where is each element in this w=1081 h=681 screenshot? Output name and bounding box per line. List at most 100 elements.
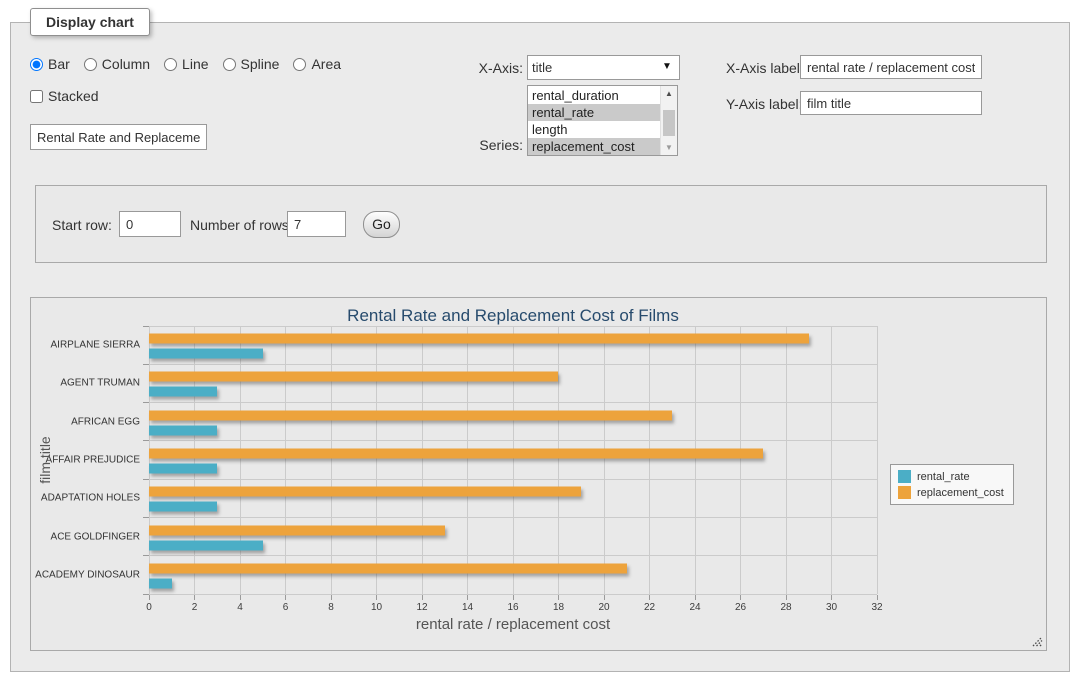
legend-label: rental_rate <box>917 471 970 483</box>
x-axis-label-field-label: X-Axis label: <box>726 60 804 76</box>
chart-band-academy-dinosaur: ACADEMY DINOSAUR <box>149 556 877 594</box>
legend-item-replacement_cost[interactable]: replacement_cost <box>898 486 1004 499</box>
x-axis-tick-label: 12 <box>416 602 427 613</box>
scroll-down-icon[interactable]: ▼ <box>661 140 677 155</box>
chart-type-option-bar[interactable]: Bar <box>30 56 70 72</box>
bar-replacement_cost[interactable] <box>149 410 672 420</box>
bar-group <box>149 410 877 435</box>
go-button[interactable]: Go <box>363 211 400 238</box>
chart-band-adaptation-holes: ADAPTATION HOLES <box>149 479 877 517</box>
chart-type-radio-text: Spline <box>241 56 280 72</box>
series-option-rental_rate[interactable]: rental_rate <box>528 104 660 121</box>
bar-rental_rate[interactable] <box>149 502 217 512</box>
chart-title-input[interactable] <box>30 124 207 150</box>
series-option-replacement_cost[interactable]: replacement_cost <box>528 138 660 155</box>
x-axis-tickmark <box>513 595 514 600</box>
bar-group <box>149 334 877 359</box>
bar-replacement_cost[interactable] <box>149 448 763 458</box>
chart-band-airplane-sierra: AIRPLANE SIERRA <box>149 326 877 364</box>
number-of-rows-label: Number of rows: <box>190 217 293 233</box>
y-axis-label-field-label: Y-Axis label: <box>726 96 803 112</box>
scroll-up-icon[interactable]: ▲ <box>661 86 677 101</box>
stacked-checkbox[interactable] <box>30 90 43 103</box>
x-axis-tick-label: 20 <box>598 602 609 613</box>
resize-grip-icon[interactable] <box>1032 636 1043 647</box>
chart-type-radio-text: Column <box>102 56 150 72</box>
bar-rental_rate[interactable] <box>149 578 172 588</box>
x-axis-tickmark <box>649 595 650 600</box>
category-label: AGENT TRUMAN <box>60 378 140 389</box>
scrollbar-thumb[interactable] <box>663 110 675 136</box>
series-listbox-label: Series: <box>430 137 523 153</box>
series-options: rental_durationrental_ratelengthreplacem… <box>528 87 660 155</box>
display-chart-tab[interactable]: Display chart <box>30 8 150 36</box>
chart-type-radio-text: Area <box>311 56 341 72</box>
x-axis-tickmark <box>740 595 741 600</box>
bar-rental_rate[interactable] <box>149 349 263 359</box>
series-option-rental_duration[interactable]: rental_duration <box>528 87 660 104</box>
category-label: AFRICAN EGG <box>71 416 140 427</box>
x-axis-tick-label: 2 <box>192 602 198 613</box>
x-axis-tickmark <box>831 595 832 600</box>
x-axis-tickmark <box>877 595 878 600</box>
row-range-box <box>35 185 1047 263</box>
bar-replacement_cost[interactable] <box>149 525 445 535</box>
x-axis-tickmark <box>604 595 605 600</box>
x-axis-tick-label: 24 <box>689 602 700 613</box>
bar-group <box>149 525 877 550</box>
chart-type-radio-text: Bar <box>48 56 70 72</box>
start-row-input[interactable] <box>119 211 181 237</box>
bar-group <box>149 563 877 588</box>
legend-item-rental_rate[interactable]: rental_rate <box>898 470 1004 483</box>
legend-swatch-icon <box>898 486 911 499</box>
bar-replacement_cost[interactable] <box>149 487 581 497</box>
x-axis-tick-label: 28 <box>780 602 791 613</box>
chart-type-option-column[interactable]: Column <box>84 56 150 72</box>
x-axis-tick-label: 14 <box>462 602 473 613</box>
category-label: ADAPTATION HOLES <box>41 493 140 504</box>
chart-band-agent-truman: AGENT TRUMAN <box>149 364 877 402</box>
bar-replacement_cost[interactable] <box>149 372 558 382</box>
x-axis-tickmark <box>240 595 241 600</box>
x-axis-tickmark <box>558 595 559 600</box>
chart-type-option-area[interactable]: Area <box>293 56 341 72</box>
chart-type-option-spline[interactable]: Spline <box>223 56 280 72</box>
bar-rental_rate[interactable] <box>149 540 263 550</box>
chart-type-radio-column[interactable] <box>84 58 97 71</box>
chart-type-radio-bar[interactable] <box>30 58 43 71</box>
x-axis-tick-label: 32 <box>871 602 882 613</box>
x-axis-tick-label: 0 <box>146 602 152 613</box>
bar-rental_rate[interactable] <box>149 463 217 473</box>
x-axis-tickmark <box>194 595 195 600</box>
chart-legend: rental_rate replacement_cost <box>890 464 1014 505</box>
y-axis-label-input[interactable] <box>800 91 982 115</box>
x-axis-label-input[interactable] <box>800 55 982 79</box>
legend-label: replacement_cost <box>917 487 1004 499</box>
bar-group <box>149 372 877 397</box>
x-axis-tickmark <box>786 595 787 600</box>
x-axis-tick-label: 16 <box>507 602 518 613</box>
bar-replacement_cost[interactable] <box>149 334 809 344</box>
series-option-length[interactable]: length <box>528 121 660 138</box>
chart-plot-area: AIRPLANE SIERRAAGENT TRUMANAFRICAN EGGAF… <box>149 326 877 594</box>
bar-replacement_cost[interactable] <box>149 563 627 573</box>
chart-type-radio-area[interactable] <box>293 58 306 71</box>
bar-rental_rate[interactable] <box>149 387 217 397</box>
chart-type-radio-spline[interactable] <box>223 58 236 71</box>
page: Display chart Bar Column Line Spline Area St… <box>0 0 1081 681</box>
start-row-label: Start row: <box>52 217 112 233</box>
series-listbox[interactable]: rental_durationrental_ratelengthreplacem… <box>527 85 678 156</box>
number-of-rows-input[interactable] <box>287 211 346 237</box>
bar-rental_rate[interactable] <box>149 425 217 435</box>
x-axis-tick-label: 4 <box>237 602 243 613</box>
chart-type-radio-line[interactable] <box>164 58 177 71</box>
stacked-checkbox-row: Stacked <box>30 88 99 104</box>
bar-group <box>149 448 877 473</box>
stacked-checkbox-label[interactable]: Stacked <box>30 88 99 104</box>
series-scrollbar[interactable]: ▲ ▼ <box>660 86 677 155</box>
x-axis-tickmark <box>331 595 332 600</box>
x-axis-select[interactable]: title <box>527 55 680 80</box>
chart-type-option-line[interactable]: Line <box>164 56 208 72</box>
category-label: AIRPLANE SIERRA <box>51 340 140 351</box>
x-axis-tick-label: 26 <box>735 602 746 613</box>
